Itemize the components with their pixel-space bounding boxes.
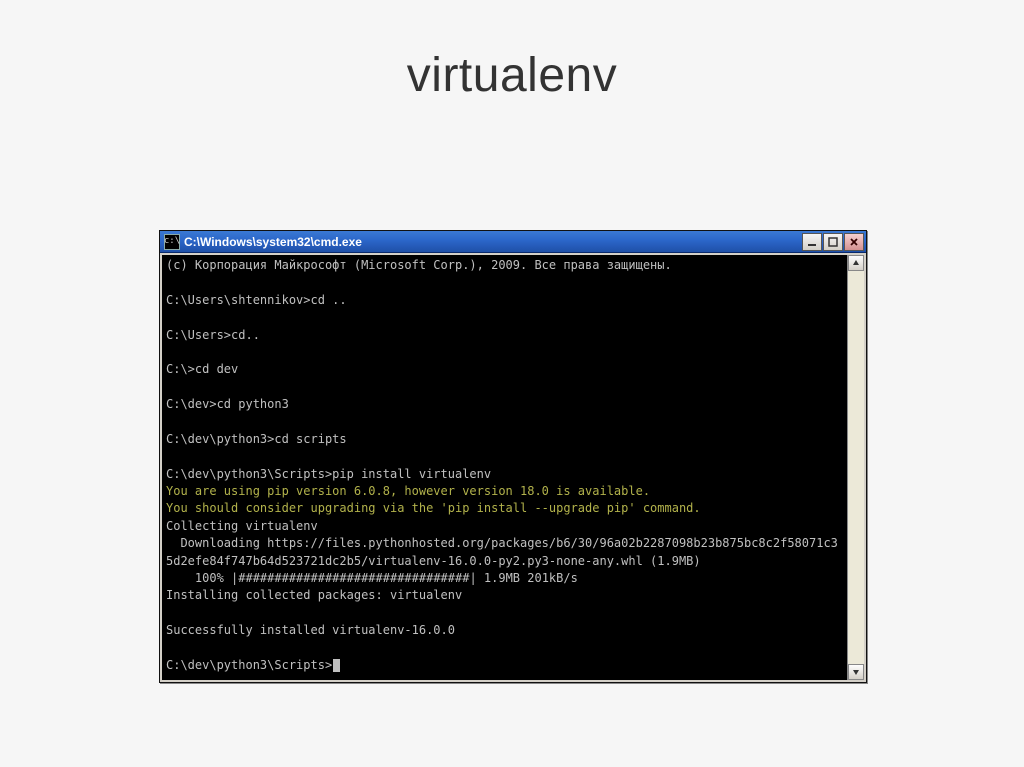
- cmd-icon: c:\: [164, 234, 180, 250]
- window-title: C:\Windows\system32\cmd.exe: [184, 235, 362, 249]
- terminal-line: Successfully installed virtualenv-16.0.0: [166, 622, 844, 639]
- cmd-body: (c) Корпорация Майкрософт (Microsoft Cor…: [160, 253, 866, 682]
- terminal-line: Collecting virtualenv: [166, 518, 844, 535]
- maximize-button[interactable]: [823, 233, 843, 251]
- terminal-prompt[interactable]: C:\dev\python3\Scripts>: [166, 657, 844, 674]
- cmd-window: c:\ C:\Windows\system32\cmd.exe (c) Корп…: [159, 230, 867, 683]
- scroll-up-button[interactable]: [848, 255, 864, 271]
- terminal-line: C:\>cd dev: [166, 361, 844, 378]
- terminal-line: C:\dev>cd python3: [166, 396, 844, 413]
- terminal-line: C:\Users>cd..: [166, 327, 844, 344]
- terminal-line: You are using pip version 6.0.8, however…: [166, 483, 844, 500]
- minimize-button[interactable]: [802, 233, 822, 251]
- terminal-output[interactable]: (c) Корпорация Майкрософт (Microsoft Cor…: [162, 255, 864, 680]
- close-button[interactable]: [844, 233, 864, 251]
- terminal-line: [166, 448, 844, 465]
- terminal-line: C:\Users\shtennikov>cd ..: [166, 292, 844, 309]
- terminal-line: [166, 309, 844, 326]
- scroll-down-button[interactable]: [848, 664, 864, 680]
- terminal-line: [166, 274, 844, 291]
- terminal-line: (c) Корпорация Майкрософт (Microsoft Cor…: [166, 257, 844, 274]
- window-controls: [802, 233, 864, 251]
- terminal-line: [166, 640, 844, 657]
- titlebar-left: c:\ C:\Windows\system32\cmd.exe: [164, 234, 362, 250]
- scrollbar[interactable]: [847, 255, 864, 680]
- cursor: [333, 659, 340, 672]
- scroll-track[interactable]: [848, 271, 864, 664]
- terminal-line: C:\dev\python3\Scripts>pip install virtu…: [166, 466, 844, 483]
- slide: virtualenv c:\ C:\Windows\system32\cmd.e…: [0, 0, 1024, 767]
- terminal-line: [166, 379, 844, 396]
- terminal-line: C:\dev\python3>cd scripts: [166, 431, 844, 448]
- terminal-line: You should consider upgrading via the 'p…: [166, 500, 844, 517]
- slide-title: virtualenv: [0, 48, 1024, 103]
- terminal-line: Downloading https://files.pythonhosted.o…: [166, 535, 844, 570]
- terminal-line: [166, 414, 844, 431]
- titlebar[interactable]: c:\ C:\Windows\system32\cmd.exe: [160, 231, 866, 253]
- terminal-line: [166, 344, 844, 361]
- terminal-line: 100% |################################| …: [166, 570, 844, 587]
- terminal-line: Installing collected packages: virtualen…: [166, 587, 844, 604]
- terminal-line: [166, 605, 844, 622]
